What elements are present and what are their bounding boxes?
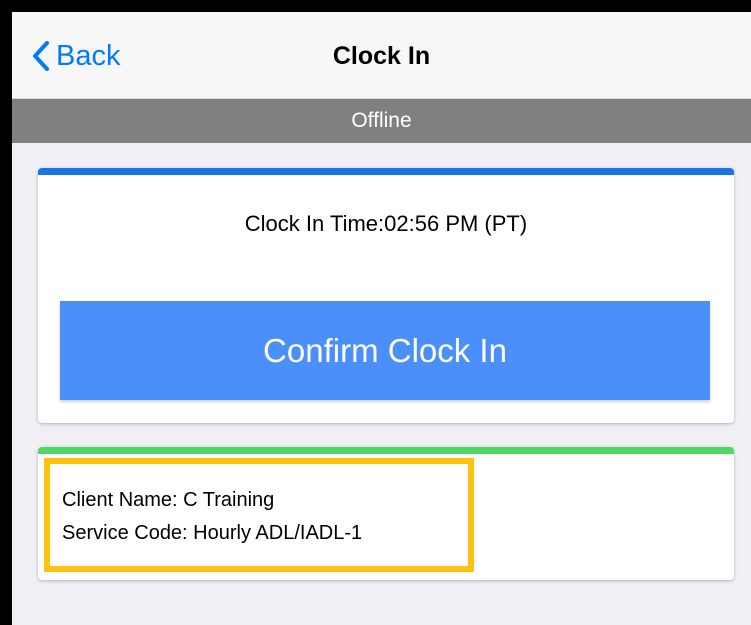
service-code: Service Code: Hourly ADL/IADL-1 — [62, 522, 363, 544]
page-title: Clock In — [332, 42, 431, 70]
clock-in-card: Clock In Time:02:56 PM (PT) Confirm Cloc… — [38, 168, 734, 423]
client-name: Client Name: C Training — [62, 489, 275, 511]
client-details: Client Name: C Training Service Code: Ho… — [62, 484, 362, 550]
clock-in-screen: Back Clock In Offline Clock In Time:02:5… — [12, 12, 751, 625]
confirm-clock-in-label: Confirm Clock In — [263, 331, 507, 369]
client-card-accent-bar — [38, 447, 734, 454]
offline-status-bar: Offline — [12, 99, 751, 143]
clock-card-accent-bar — [38, 168, 734, 175]
clock-in-time: Clock In Time:02:56 PM (PT) — [244, 211, 528, 236]
offline-status-label: Offline — [351, 109, 412, 132]
client-info-card: Client Name: C Training Service Code: Ho… — [38, 447, 734, 580]
navigation-bar: Back Clock In — [12, 12, 751, 99]
confirm-clock-in-button[interactable]: Confirm Clock In — [60, 301, 710, 400]
